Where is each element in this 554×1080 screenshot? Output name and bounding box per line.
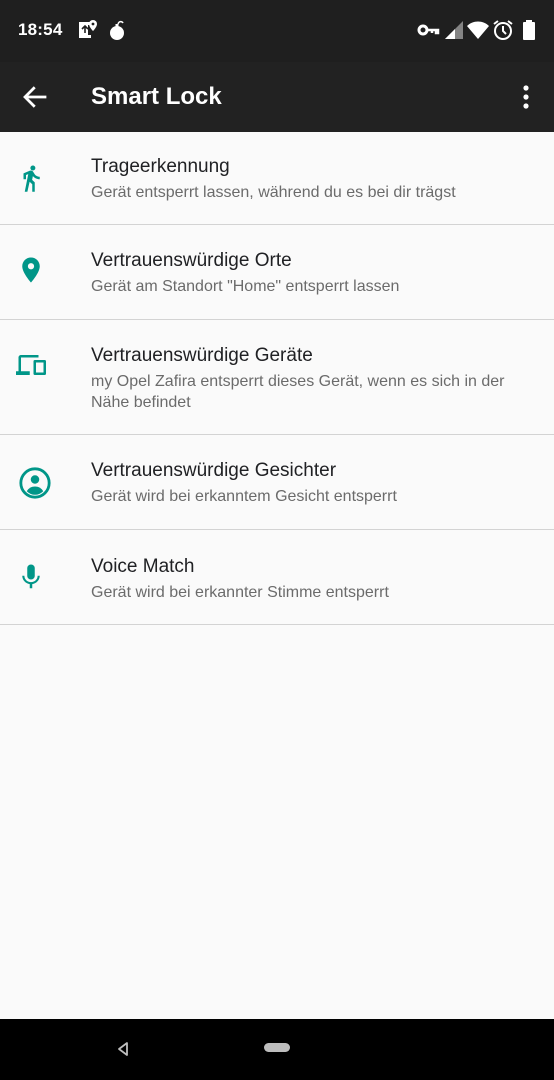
- item-subtitle: Gerät entsperrt lassen, während du es be…: [91, 184, 456, 201]
- item-title: Vertrauenswürdige Geräte: [91, 345, 313, 366]
- microphone-icon: [22, 564, 40, 589]
- app-toolbar: Smart Lock: [0, 62, 554, 132]
- more-vert-icon[interactable]: [514, 82, 538, 112]
- face-icon: [19, 467, 51, 499]
- wifi-icon: [467, 21, 489, 39]
- list-item-vertrauenswuerdige-geraete[interactable]: Vertrauenswürdige Geräte my Opel Zafira …: [0, 320, 554, 435]
- list-item-vertrauenswuerdige-orte[interactable]: Vertrauenswürdige Orte Gerät am Standort…: [0, 225, 554, 320]
- vpn-key-icon: [417, 24, 440, 36]
- navigation-bar: [0, 1019, 554, 1080]
- arrow-back-icon[interactable]: [20, 82, 50, 112]
- nav-home-pill[interactable]: [264, 1043, 290, 1052]
- alarm-icon: [493, 20, 513, 40]
- bomb-notification-icon: [110, 20, 124, 40]
- cellular-signal-icon: [445, 21, 463, 39]
- battery-icon: [523, 20, 535, 40]
- item-subtitle: my Opel Zafira entsperrt dieses Gerät, w…: [91, 373, 505, 411]
- maps-notification-icon: [79, 20, 97, 38]
- item-title: Vertrauenswürdige Orte: [91, 250, 292, 271]
- list-item-trageerkennung[interactable]: Trageerkennung Gerät entsperrt lassen, w…: [0, 132, 554, 225]
- location-pin-icon: [22, 257, 40, 283]
- status-bar: 18:54: [0, 0, 554, 62]
- devices-icon: [16, 355, 46, 375]
- walking-person-icon: [23, 165, 40, 192]
- item-title: Trageerkennung: [91, 156, 230, 177]
- item-title: Voice Match: [91, 556, 195, 577]
- item-subtitle: Gerät wird bei erkannter Stimme entsperr…: [91, 584, 389, 601]
- list-item-vertrauenswuerdige-gesichter[interactable]: Vertrauenswürdige Gesichter Gerät wird b…: [0, 435, 554, 530]
- smart-lock-options-list: Trageerkennung Gerät entsperrt lassen, w…: [0, 132, 554, 625]
- item-subtitle: Gerät wird bei erkanntem Gesicht entsper…: [91, 488, 397, 505]
- status-time: 18:54: [18, 20, 63, 39]
- item-title: Vertrauenswürdige Gesichter: [91, 460, 337, 481]
- item-subtitle: Gerät am Standort "Home" entsperrt lasse…: [91, 278, 400, 295]
- nav-back-icon[interactable]: [116, 1041, 130, 1057]
- page-title: Smart Lock: [91, 83, 222, 110]
- list-item-voice-match[interactable]: Voice Match Gerät wird bei erkannter Sti…: [0, 530, 554, 625]
